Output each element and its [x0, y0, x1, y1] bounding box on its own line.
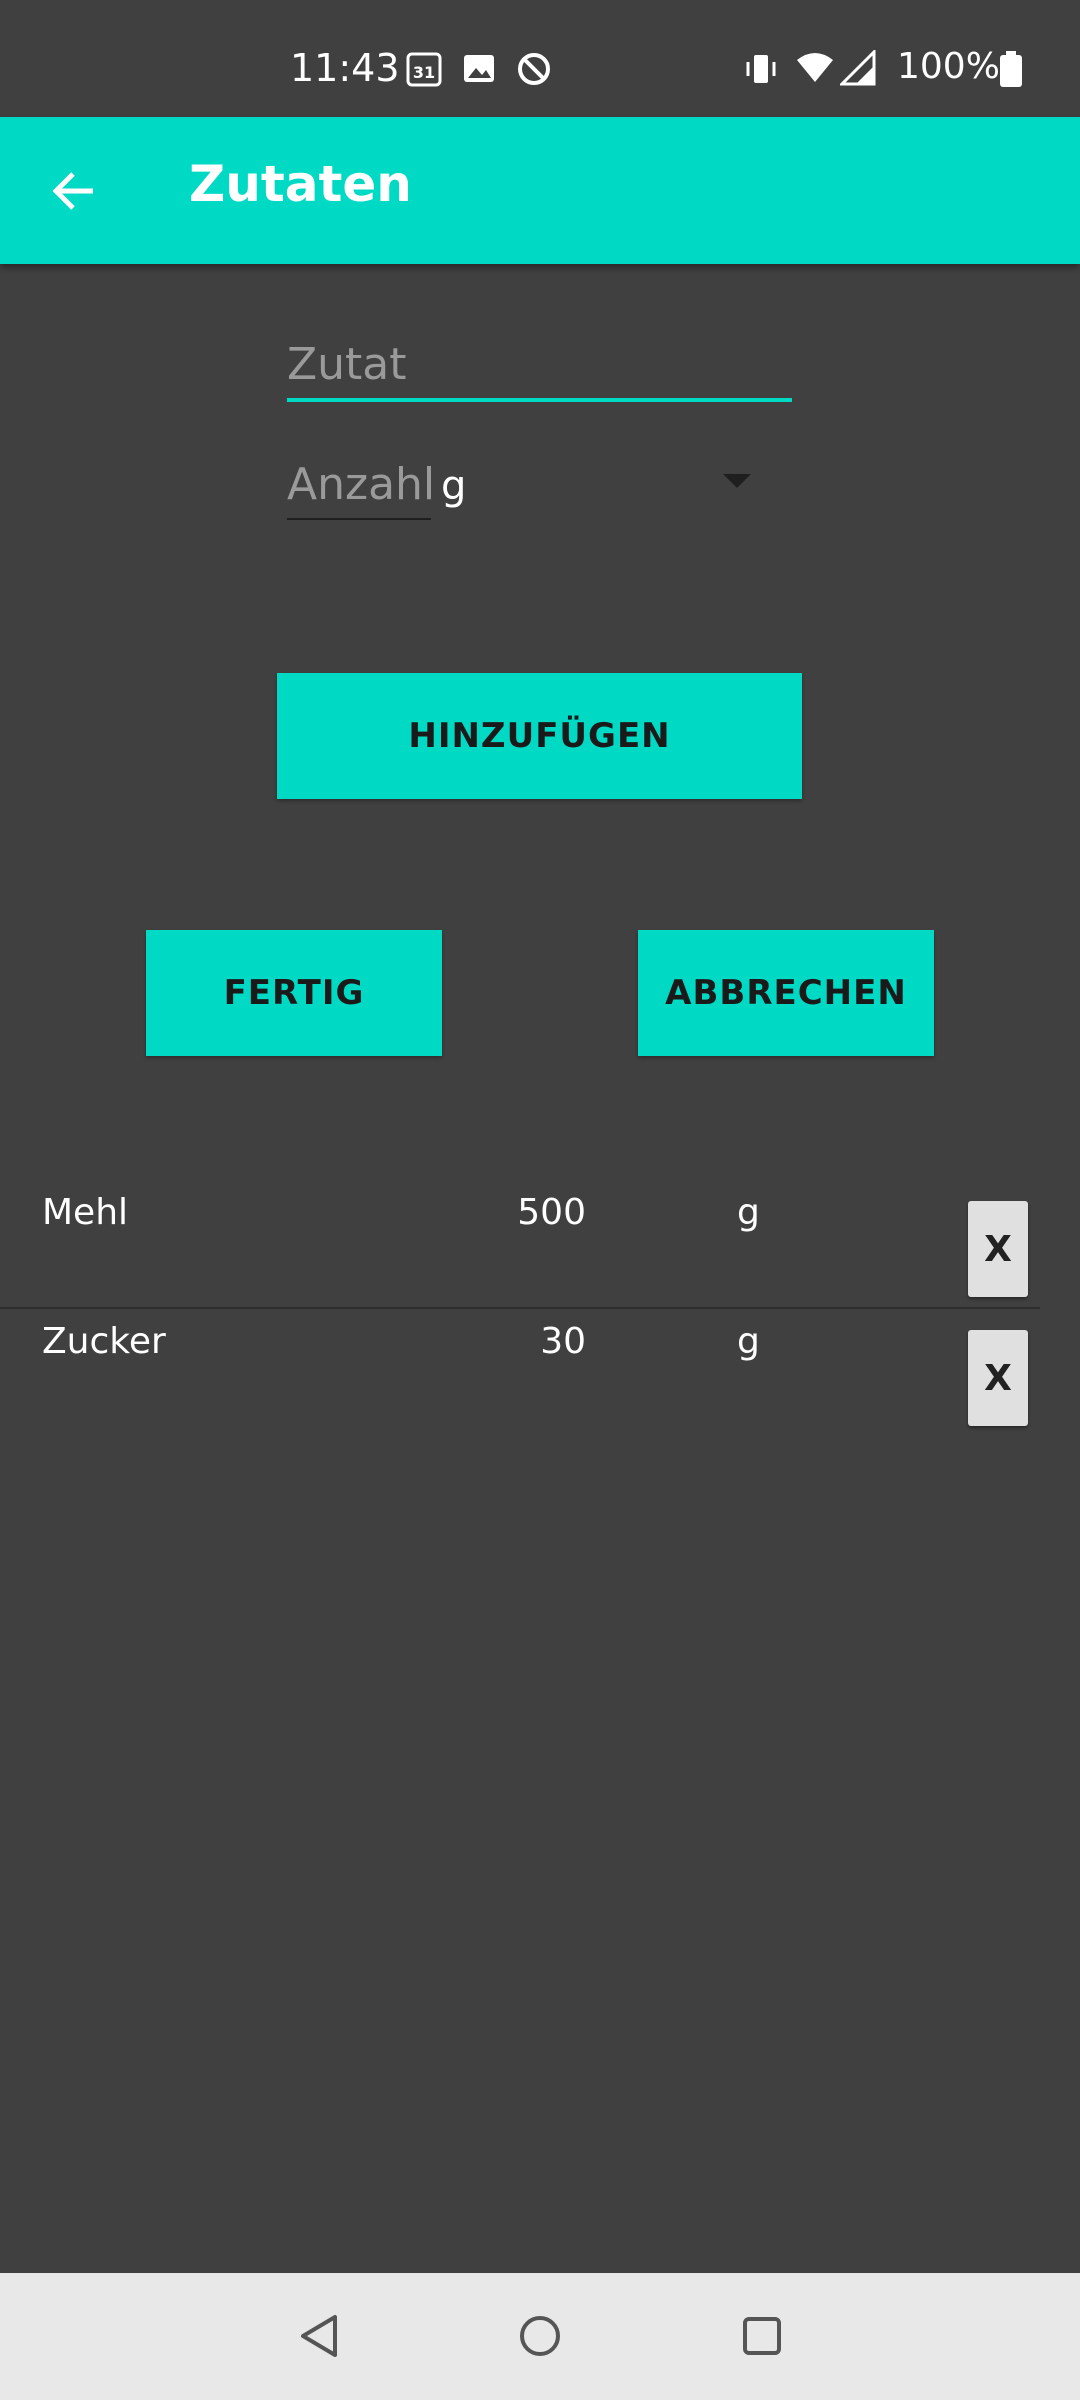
ingredient-amount: 30 — [540, 1321, 586, 1362]
data-saver-icon — [515, 50, 553, 92]
list-item: Zucker 30 g X — [0, 1309, 1040, 1438]
unit-dropdown[interactable]: g — [441, 450, 761, 522]
screen: 11:43 31 100% Zutaten Zutat Anzahl g HIN… — [0, 0, 1080, 2400]
image-icon — [461, 50, 497, 90]
recents-icon — [743, 2317, 781, 2355]
system-navigation-bar — [0, 2273, 1080, 2400]
amount-field — [287, 450, 431, 522]
nav-home-button[interactable] — [507, 2303, 573, 2369]
back-button[interactable] — [30, 147, 118, 235]
signal-icon — [838, 48, 878, 90]
ingredient-name: Zucker — [42, 1321, 166, 1362]
app-bar: Zutaten — [0, 117, 1080, 264]
dropdown-arrow-icon — [723, 474, 751, 488]
ingredient-amount: 500 — [517, 1192, 586, 1233]
home-icon — [520, 2316, 560, 2356]
nav-recents-button[interactable] — [729, 2303, 795, 2369]
wifi-icon — [795, 50, 835, 90]
delete-ingredient-button[interactable]: X — [968, 1330, 1028, 1426]
ingredient-unit: g — [737, 1321, 760, 1362]
amount-input[interactable] — [287, 450, 431, 520]
unit-selected-value: g — [441, 463, 467, 509]
status-time: 11:43 — [290, 46, 400, 90]
arrow-back-icon — [52, 172, 93, 210]
calendar-icon: 31 — [405, 50, 443, 92]
status-bar: 11:43 31 100% — [0, 0, 1080, 117]
ingredient-list: Mehl 500 g X Zucker 30 g X — [0, 1180, 1080, 1438]
vibrate-icon — [742, 50, 780, 92]
battery-percentage: 100% — [897, 46, 1000, 87]
battery-icon — [998, 50, 1024, 92]
page-title: Zutaten — [189, 155, 412, 213]
add-button[interactable]: HINZUFÜGEN — [277, 673, 802, 799]
list-item: Mehl 500 g X — [0, 1180, 1040, 1309]
ingredient-field — [287, 330, 792, 406]
done-button[interactable]: FERTIG — [146, 930, 442, 1056]
svg-text:31: 31 — [413, 63, 435, 82]
cancel-button[interactable]: ABBRECHEN — [638, 930, 934, 1056]
ingredient-unit: g — [737, 1192, 760, 1233]
ingredient-name: Mehl — [42, 1192, 129, 1233]
back-icon — [301, 2315, 337, 2357]
delete-ingredient-button[interactable]: X — [968, 1201, 1028, 1297]
ingredient-input[interactable] — [287, 330, 792, 402]
nav-back-button[interactable] — [287, 2303, 353, 2369]
